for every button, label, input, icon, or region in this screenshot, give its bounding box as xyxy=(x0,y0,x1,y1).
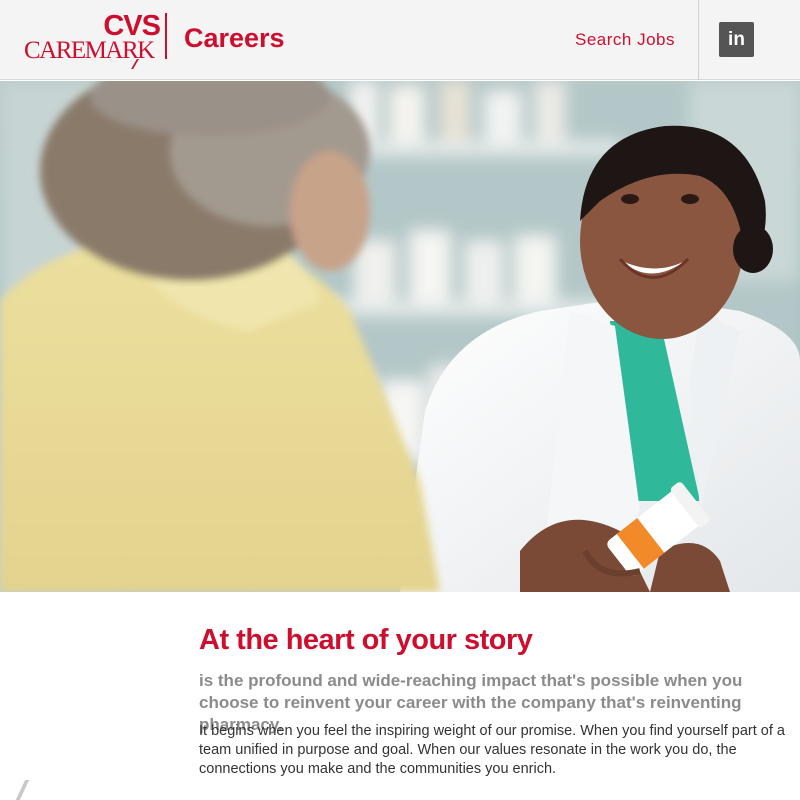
logo-caremark-text: CAREMARK xyxy=(24,37,155,64)
section-heading: At the heart of your story xyxy=(199,624,533,656)
hero-illustration xyxy=(0,81,800,592)
decorative-mark xyxy=(14,780,40,800)
section-body: It begins when you feel the inspiring we… xyxy=(199,723,785,777)
page-title: Careers xyxy=(184,23,285,53)
logo-divider xyxy=(165,13,167,59)
cvs-caremark-logo[interactable]: CVS CAREMARK xyxy=(24,12,162,70)
hero-image xyxy=(0,81,800,592)
header-divider xyxy=(698,0,699,80)
site-header: CVS CAREMARK Careers Search Jobs in xyxy=(0,0,800,80)
search-jobs-link[interactable]: Search Jobs xyxy=(575,30,675,50)
linkedin-icon[interactable]: in xyxy=(719,22,754,57)
